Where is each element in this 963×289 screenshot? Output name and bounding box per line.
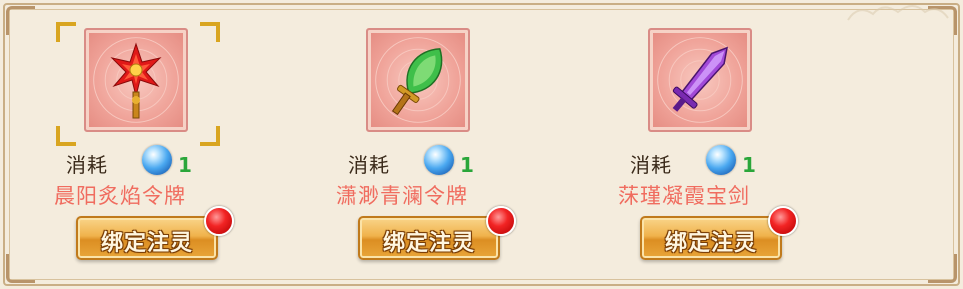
cost-row: 消耗 1 [630,145,770,177]
bind-infuse-button-label: 绑定注灵 [664,231,757,256]
bind-infuse-button[interactable]: 绑定注灵 [76,216,218,260]
bind-infuse-button[interactable]: 绑定注灵 [358,216,500,260]
notification-dot-icon [204,206,234,236]
item-name: 潇渺青澜令牌 [336,184,468,208]
cost-count: 1 [742,153,756,177]
red-flame-token-icon [110,42,162,119]
bind-infuse-button-label: 绑定注灵 [382,231,475,256]
selection-corner-bottom-right [200,126,220,146]
item-panel: 消耗 1 晨阳炙焰令牌 绑定注灵 消耗 1 潇渺青澜令牌 绑定注灵 消耗 1 莯… [0,0,963,289]
item-card-3[interactable]: 消耗 1 莯瑾凝霞宝剑 绑定注灵 [594,0,798,289]
purple-sword-icon [672,46,728,112]
cost-count: 1 [460,153,474,177]
cost-label: 消耗 [630,153,672,177]
spirit-orb-icon [142,145,172,175]
cost-label: 消耗 [66,153,108,177]
green-jade-token-icon [391,48,443,116]
item-card-1[interactable]: 消耗 1 晨阳炙焰令牌 绑定注灵 [30,0,234,289]
cost-count: 1 [178,153,192,177]
bind-infuse-button[interactable]: 绑定注灵 [640,216,782,260]
selection-corner-bottom-left [56,126,76,146]
item-card-2[interactable]: 消耗 1 潇渺青澜令牌 绑定注灵 [312,0,516,289]
cloud-ornament-icon [847,5,949,21]
item-name: 莯瑾凝霞宝剑 [618,184,750,208]
notification-dot-icon [768,206,798,236]
spirit-orb-icon [424,145,454,175]
selection-corner-top-left [56,22,76,42]
spirit-orb-icon [706,145,736,175]
corner-ornament-bottom-right [928,254,957,283]
selection-corner-top-right [200,22,220,42]
cost-row: 消耗 1 [348,145,488,177]
cost-row: 消耗 1 [66,145,206,177]
notification-dot-icon [486,206,516,236]
item-name: 晨阳炙焰令牌 [54,184,186,208]
bind-infuse-button-label: 绑定注灵 [100,231,193,256]
cost-label: 消耗 [348,153,390,177]
